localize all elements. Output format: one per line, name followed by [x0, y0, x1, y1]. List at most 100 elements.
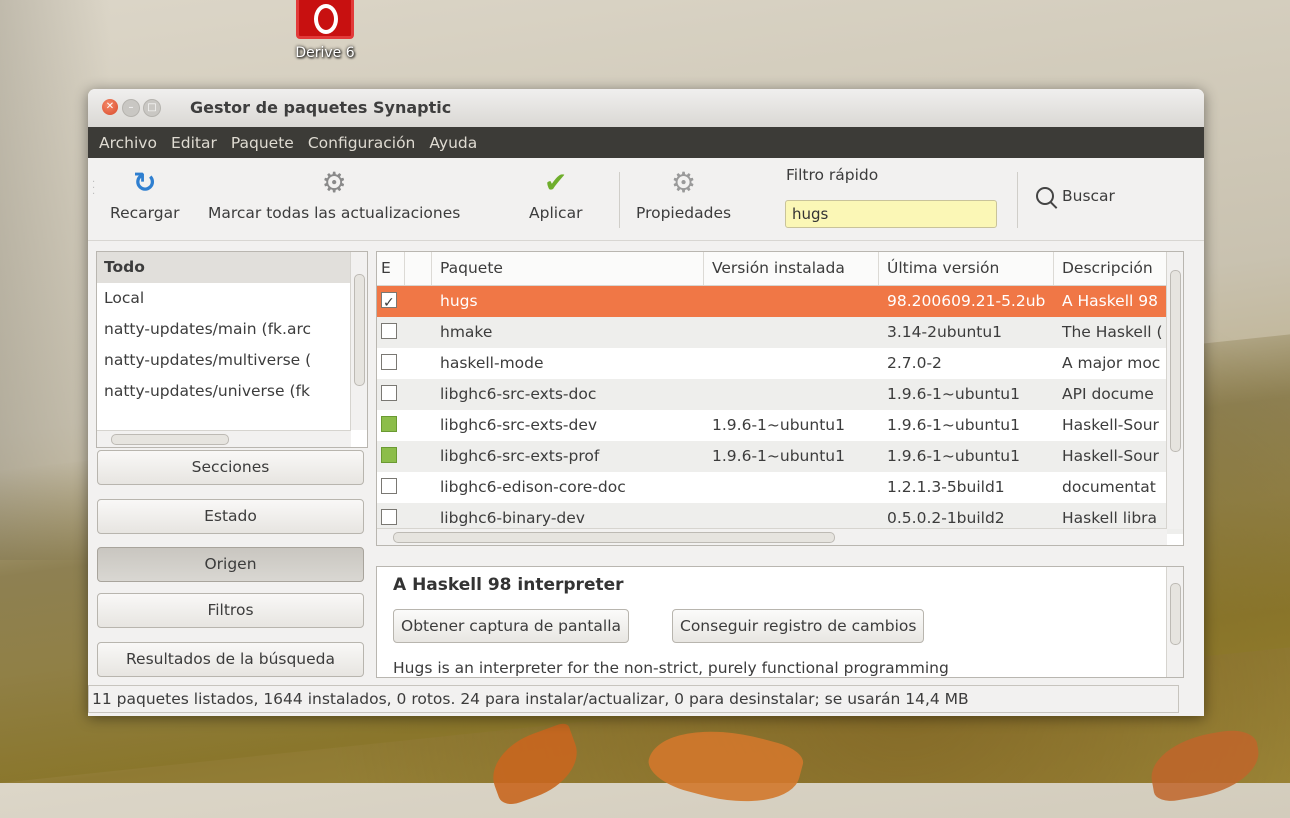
search-button[interactable]: Buscar [1036, 187, 1115, 205]
menu-ayuda[interactable]: Ayuda [422, 134, 484, 152]
package-status-checkbox[interactable] [381, 478, 397, 494]
list-item[interactable]: natty-updates/main (fk.arc [97, 314, 352, 345]
get-changelog-button[interactable]: Conseguir registro de cambios [672, 609, 925, 643]
apply-button[interactable]: ✔ Aplicar [529, 166, 582, 222]
scroll-thumb[interactable] [393, 532, 835, 543]
table-body: hugs 98.200609.21-5.2ub A Haskell 98 hmake 3… [377, 286, 1183, 534]
checkmark-icon: ✔ [543, 166, 568, 199]
table-row[interactable]: haskell-mode 2.7.0-2 A major moc [377, 348, 1183, 379]
filters-button[interactable]: Filtros [97, 593, 364, 628]
get-screenshot-button[interactable]: Obtener captura de pantalla [393, 609, 630, 643]
column-header-spacer [405, 252, 432, 285]
synaptic-window: ✕ – □ Gestor de paquetes Synaptic Archiv… [88, 89, 1204, 716]
package-status-checkbox[interactable] [381, 447, 397, 463]
column-header-installed[interactable]: Versión instalada [704, 252, 879, 285]
package-status-checkbox[interactable] [381, 416, 397, 432]
row-status-cell[interactable] [377, 410, 405, 441]
package-description-panel: A Haskell 98 interpreter Obtener captura… [376, 566, 1184, 678]
menu-archivo[interactable]: Archivo [92, 134, 164, 152]
search-results-button[interactable]: Resultados de la búsqueda [97, 642, 364, 677]
row-description: A Haskell 98 [1062, 292, 1158, 310]
row-status-cell[interactable] [377, 441, 405, 472]
table-vscroll[interactable] [1166, 252, 1183, 529]
reload-icon: ↻ [132, 166, 157, 199]
package-status-checkbox[interactable] [381, 509, 397, 525]
row-description: The Haskell ( [1062, 323, 1163, 341]
row-package-name: libghc6-src-exts-doc [440, 385, 597, 403]
column-header-latest[interactable]: Última versión [879, 252, 1054, 285]
quick-filter-input[interactable] [785, 200, 997, 228]
row-status-cell[interactable] [377, 472, 405, 503]
package-status-checkbox[interactable] [381, 323, 397, 339]
row-status-cell[interactable] [377, 317, 405, 348]
mark-all-upgrades-button[interactable]: ⚙ Marcar todas las actualizaciones [208, 166, 460, 222]
gear-upgrade-icon: ⚙ [321, 166, 347, 199]
package-description-text: Hugs is an interpreter for the non-stric… [393, 659, 949, 677]
row-status-cell[interactable] [377, 348, 405, 379]
row-spacer-cell [405, 441, 432, 472]
menu-configuracion[interactable]: Configuración [301, 134, 423, 152]
status-bar: 11 paquetes listados, 1644 instalados, 0… [88, 685, 1179, 713]
column-header-description[interactable]: Descripción [1054, 252, 1174, 285]
scroll-thumb[interactable] [1170, 583, 1181, 645]
row-spacer-cell [405, 410, 432, 441]
row-spacer-cell [405, 317, 432, 348]
row-package-name: haskell-mode [440, 354, 544, 372]
scroll-thumb[interactable] [1170, 270, 1181, 452]
origin-list-hscroll[interactable] [97, 430, 351, 447]
reload-button[interactable]: ↻ Recargar [110, 166, 179, 222]
list-item[interactable]: natty-updates/universe (fk [97, 376, 352, 407]
table-row[interactable]: libghc6-src-exts-dev 1.9.6-1~ubuntu1 1.9.6… [377, 410, 1183, 441]
description-vscroll[interactable] [1166, 567, 1183, 677]
row-package-name: hugs [440, 292, 478, 310]
window-title: Gestor de paquetes Synaptic [190, 98, 452, 117]
table-row[interactable]: libghc6-edison-core-doc 1.2.1.3-5build1 do… [377, 472, 1183, 503]
menu-paquete[interactable]: Paquete [224, 134, 301, 152]
scroll-thumb[interactable] [111, 434, 229, 445]
row-status-cell[interactable] [377, 379, 405, 410]
row-latest-version: 1.9.6-1~ubuntu1 [887, 416, 1020, 434]
row-description: A major moc [1062, 354, 1161, 372]
table-row[interactable]: libghc6-src-exts-doc 1.9.6-1~ubuntu1 API d… [377, 379, 1183, 410]
status-button[interactable]: Estado [97, 499, 364, 534]
row-latest-version: 2.7.0-2 [887, 354, 942, 372]
maximize-window-icon[interactable]: □ [143, 99, 161, 117]
list-item[interactable]: Local [97, 283, 352, 314]
table-row[interactable]: hugs 98.200609.21-5.2ub A Haskell 98 [377, 286, 1183, 317]
row-latest-version: 1.9.6-1~ubuntu1 [887, 447, 1020, 465]
package-table: E Paquete Versión instalada Última versi… [376, 251, 1184, 546]
wallpaper-leaf [482, 721, 588, 809]
toolbar-grip[interactable]: · · · [92, 178, 95, 200]
table-hscroll[interactable] [377, 528, 1167, 545]
minimize-window-icon[interactable]: – [122, 99, 140, 117]
row-latest-version: 1.2.1.3-5build1 [887, 478, 1005, 496]
row-description: Haskell-Sour [1062, 447, 1159, 465]
table-row[interactable]: hmake 3.14-2ubuntu1 The Haskell ( [377, 317, 1183, 348]
scroll-thumb[interactable] [354, 274, 365, 386]
search-icon [1036, 187, 1054, 205]
row-package-name: libghc6-src-exts-dev [440, 416, 598, 434]
sections-button[interactable]: Secciones [97, 450, 364, 485]
package-status-checkbox[interactable] [381, 288, 397, 317]
column-header-package[interactable]: Paquete [432, 252, 704, 285]
row-package-name: hmake [440, 323, 493, 341]
row-status-cell[interactable] [377, 286, 405, 317]
list-item[interactable]: natty-updates/multiverse ( [97, 345, 352, 376]
menu-bar: Archivo Editar Paquete Configuración Ayu… [88, 127, 1204, 158]
desktop-icon-derive[interactable]: Derive 6 [280, 0, 370, 70]
wallpaper-leaf [643, 711, 807, 818]
origin-list-vscroll[interactable] [350, 252, 367, 430]
menu-editar[interactable]: Editar [164, 134, 224, 152]
package-status-checkbox[interactable] [381, 354, 397, 370]
row-description: API docume [1062, 385, 1154, 403]
row-installed-version [704, 348, 879, 379]
table-row[interactable]: libghc6-src-exts-prof 1.9.6-1~ubuntu1 1.9.… [377, 441, 1183, 472]
package-status-checkbox[interactable] [381, 385, 397, 401]
title-bar[interactable]: ✕ – □ Gestor de paquetes Synaptic [88, 89, 1204, 127]
properties-button[interactable]: ⚙ Propiedades [636, 166, 731, 222]
column-header-status[interactable]: E [377, 252, 405, 285]
table-header: E Paquete Versión instalada Última versi… [377, 252, 1183, 286]
origin-button[interactable]: Origen [97, 547, 364, 582]
list-item[interactable]: Todo [97, 252, 352, 283]
close-window-icon[interactable]: ✕ [102, 99, 118, 115]
